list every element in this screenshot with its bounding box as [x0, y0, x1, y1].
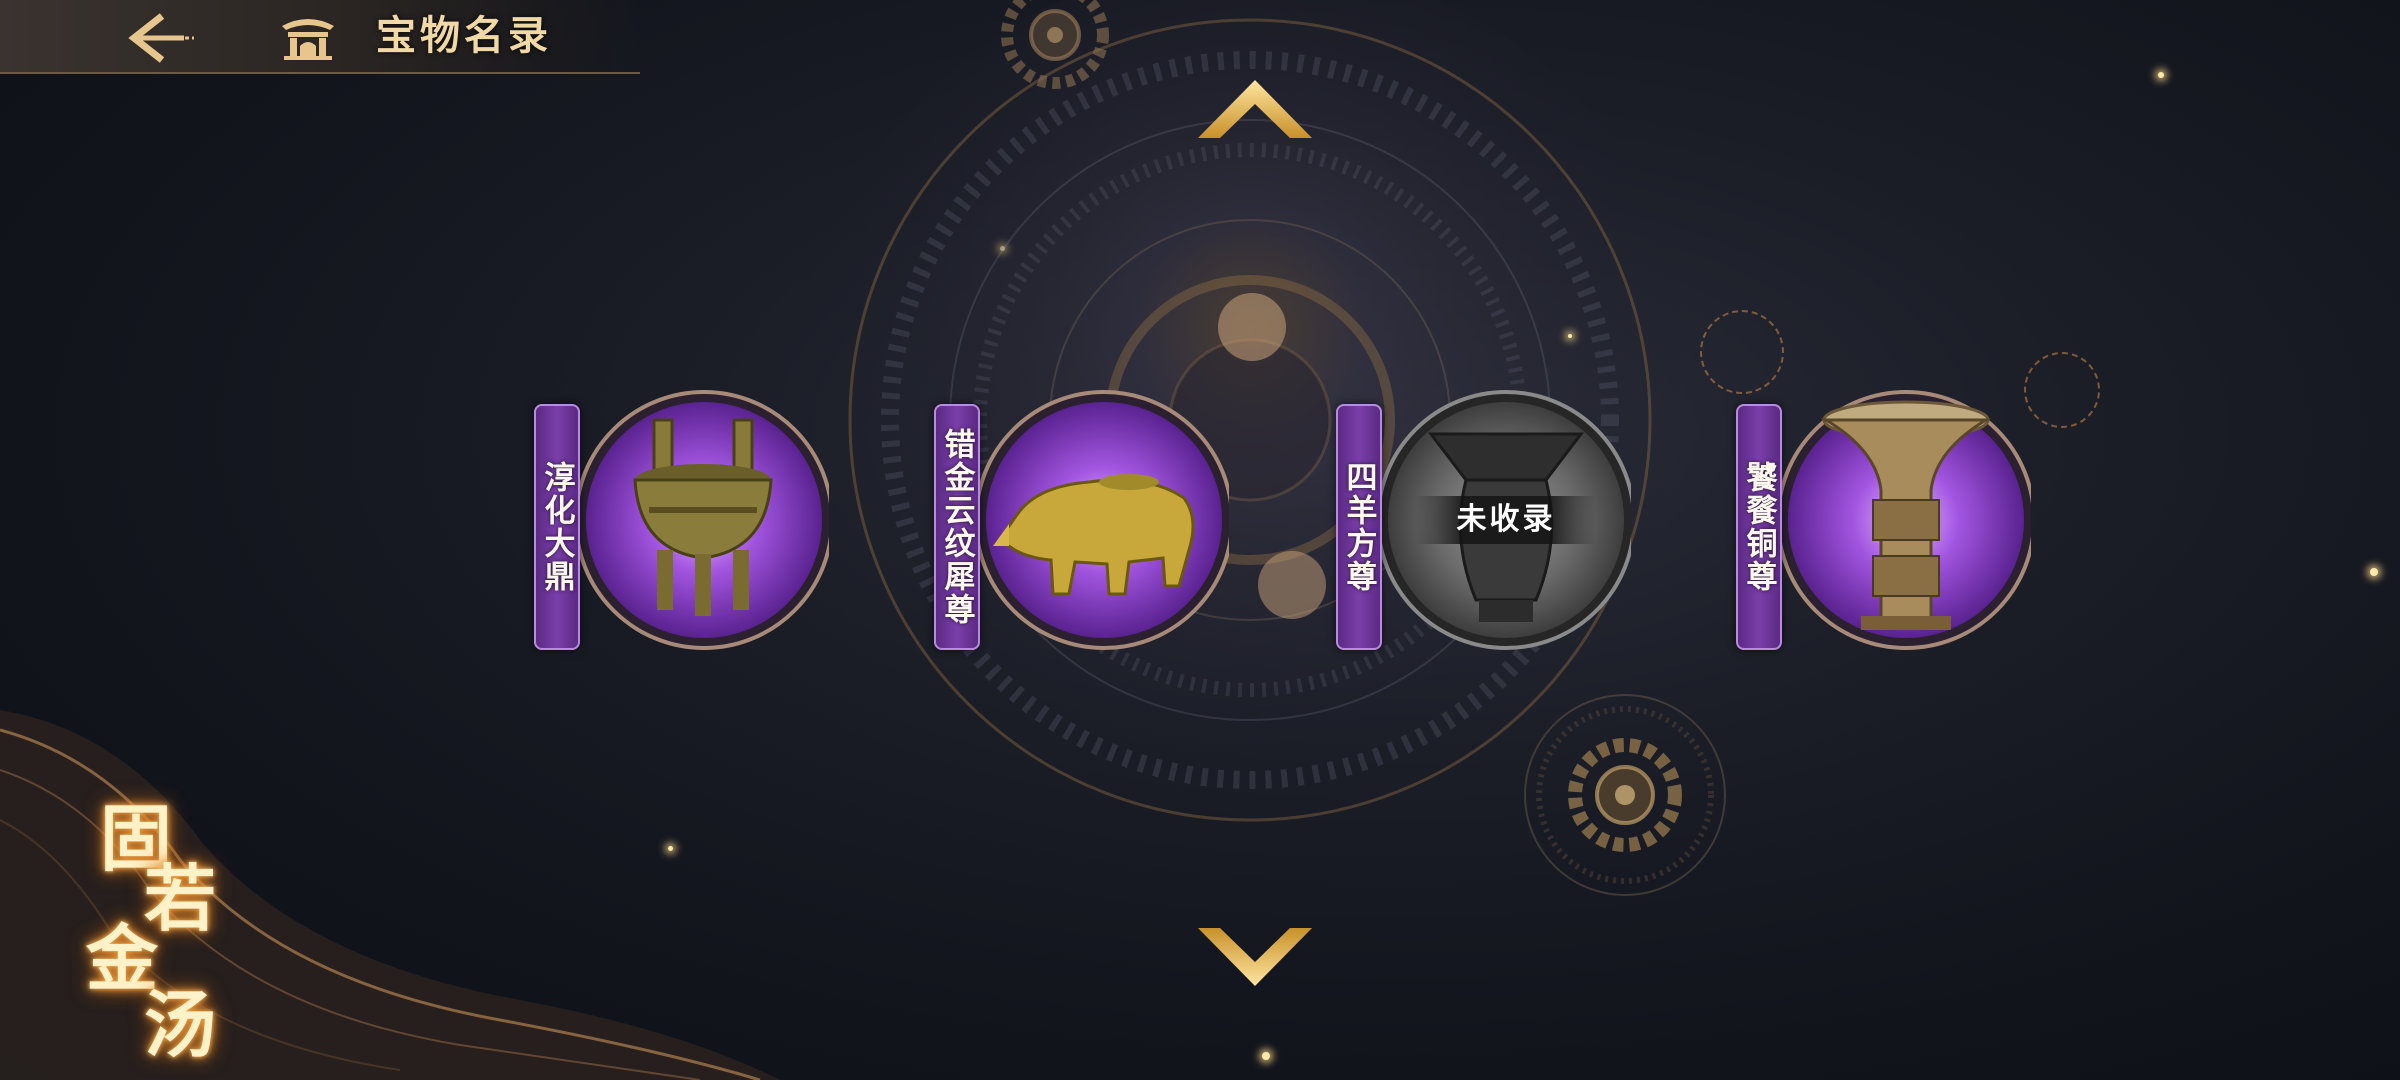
- bronze-ding-icon: [579, 390, 829, 650]
- treasure-name: 错金云纹犀尊: [938, 428, 975, 626]
- taotie-bronze-zun-icon: [1781, 390, 2031, 650]
- ember-ring-decoration: [1700, 310, 1784, 394]
- light-spark: [1000, 246, 1005, 251]
- treasure-name-plate: 错金云纹犀尊: [934, 404, 980, 650]
- light-spark: [1262, 1052, 1270, 1060]
- back-arrow-icon[interactable]: [120, 10, 200, 66]
- four-ram-zun-medallion: 未收录: [1381, 390, 1631, 660]
- chevron-down-icon[interactable]: [1190, 920, 1320, 992]
- treasure-name-plate: 四羊方尊: [1336, 404, 1382, 650]
- page-title: 宝物名录: [376, 12, 552, 59]
- slogan-text: 固 若 金 汤: [80, 780, 250, 1067]
- treasure-card-four-ram-zun[interactable]: 未收录 四羊方尊: [1336, 390, 1636, 680]
- treasure-card-rhinoceros-zun[interactable]: 错金云纹犀尊: [934, 390, 1234, 680]
- light-spark: [1568, 334, 1572, 338]
- treasure-card-chunhua-ding[interactable]: 淳化大鼎: [534, 390, 834, 680]
- treasure-name-plate: 淳化大鼎: [534, 404, 580, 650]
- chevron-up-icon[interactable]: [1190, 74, 1320, 146]
- rhinoceros-zun-icon: [979, 390, 1229, 650]
- light-spark: [2370, 568, 2378, 576]
- treasure-name: 淳化大鼎: [538, 461, 575, 593]
- light-spark: [2158, 72, 2164, 78]
- slogan-char: 汤: [144, 982, 217, 1067]
- treasure-name: 饕餮铜尊: [1740, 461, 1777, 593]
- uncollected-label: 未收录: [1416, 496, 1596, 544]
- pavilion-icon: [282, 19, 334, 60]
- gear-decoration-bottom: [1524, 694, 1726, 896]
- gear-decoration-top: [1001, 0, 1109, 89]
- treasure-name: 四羊方尊: [1340, 461, 1377, 593]
- treasure-name-plate: 饕餮铜尊: [1736, 404, 1782, 650]
- treasure-card-taotie-zun[interactable]: 饕餮铜尊: [1736, 390, 2036, 680]
